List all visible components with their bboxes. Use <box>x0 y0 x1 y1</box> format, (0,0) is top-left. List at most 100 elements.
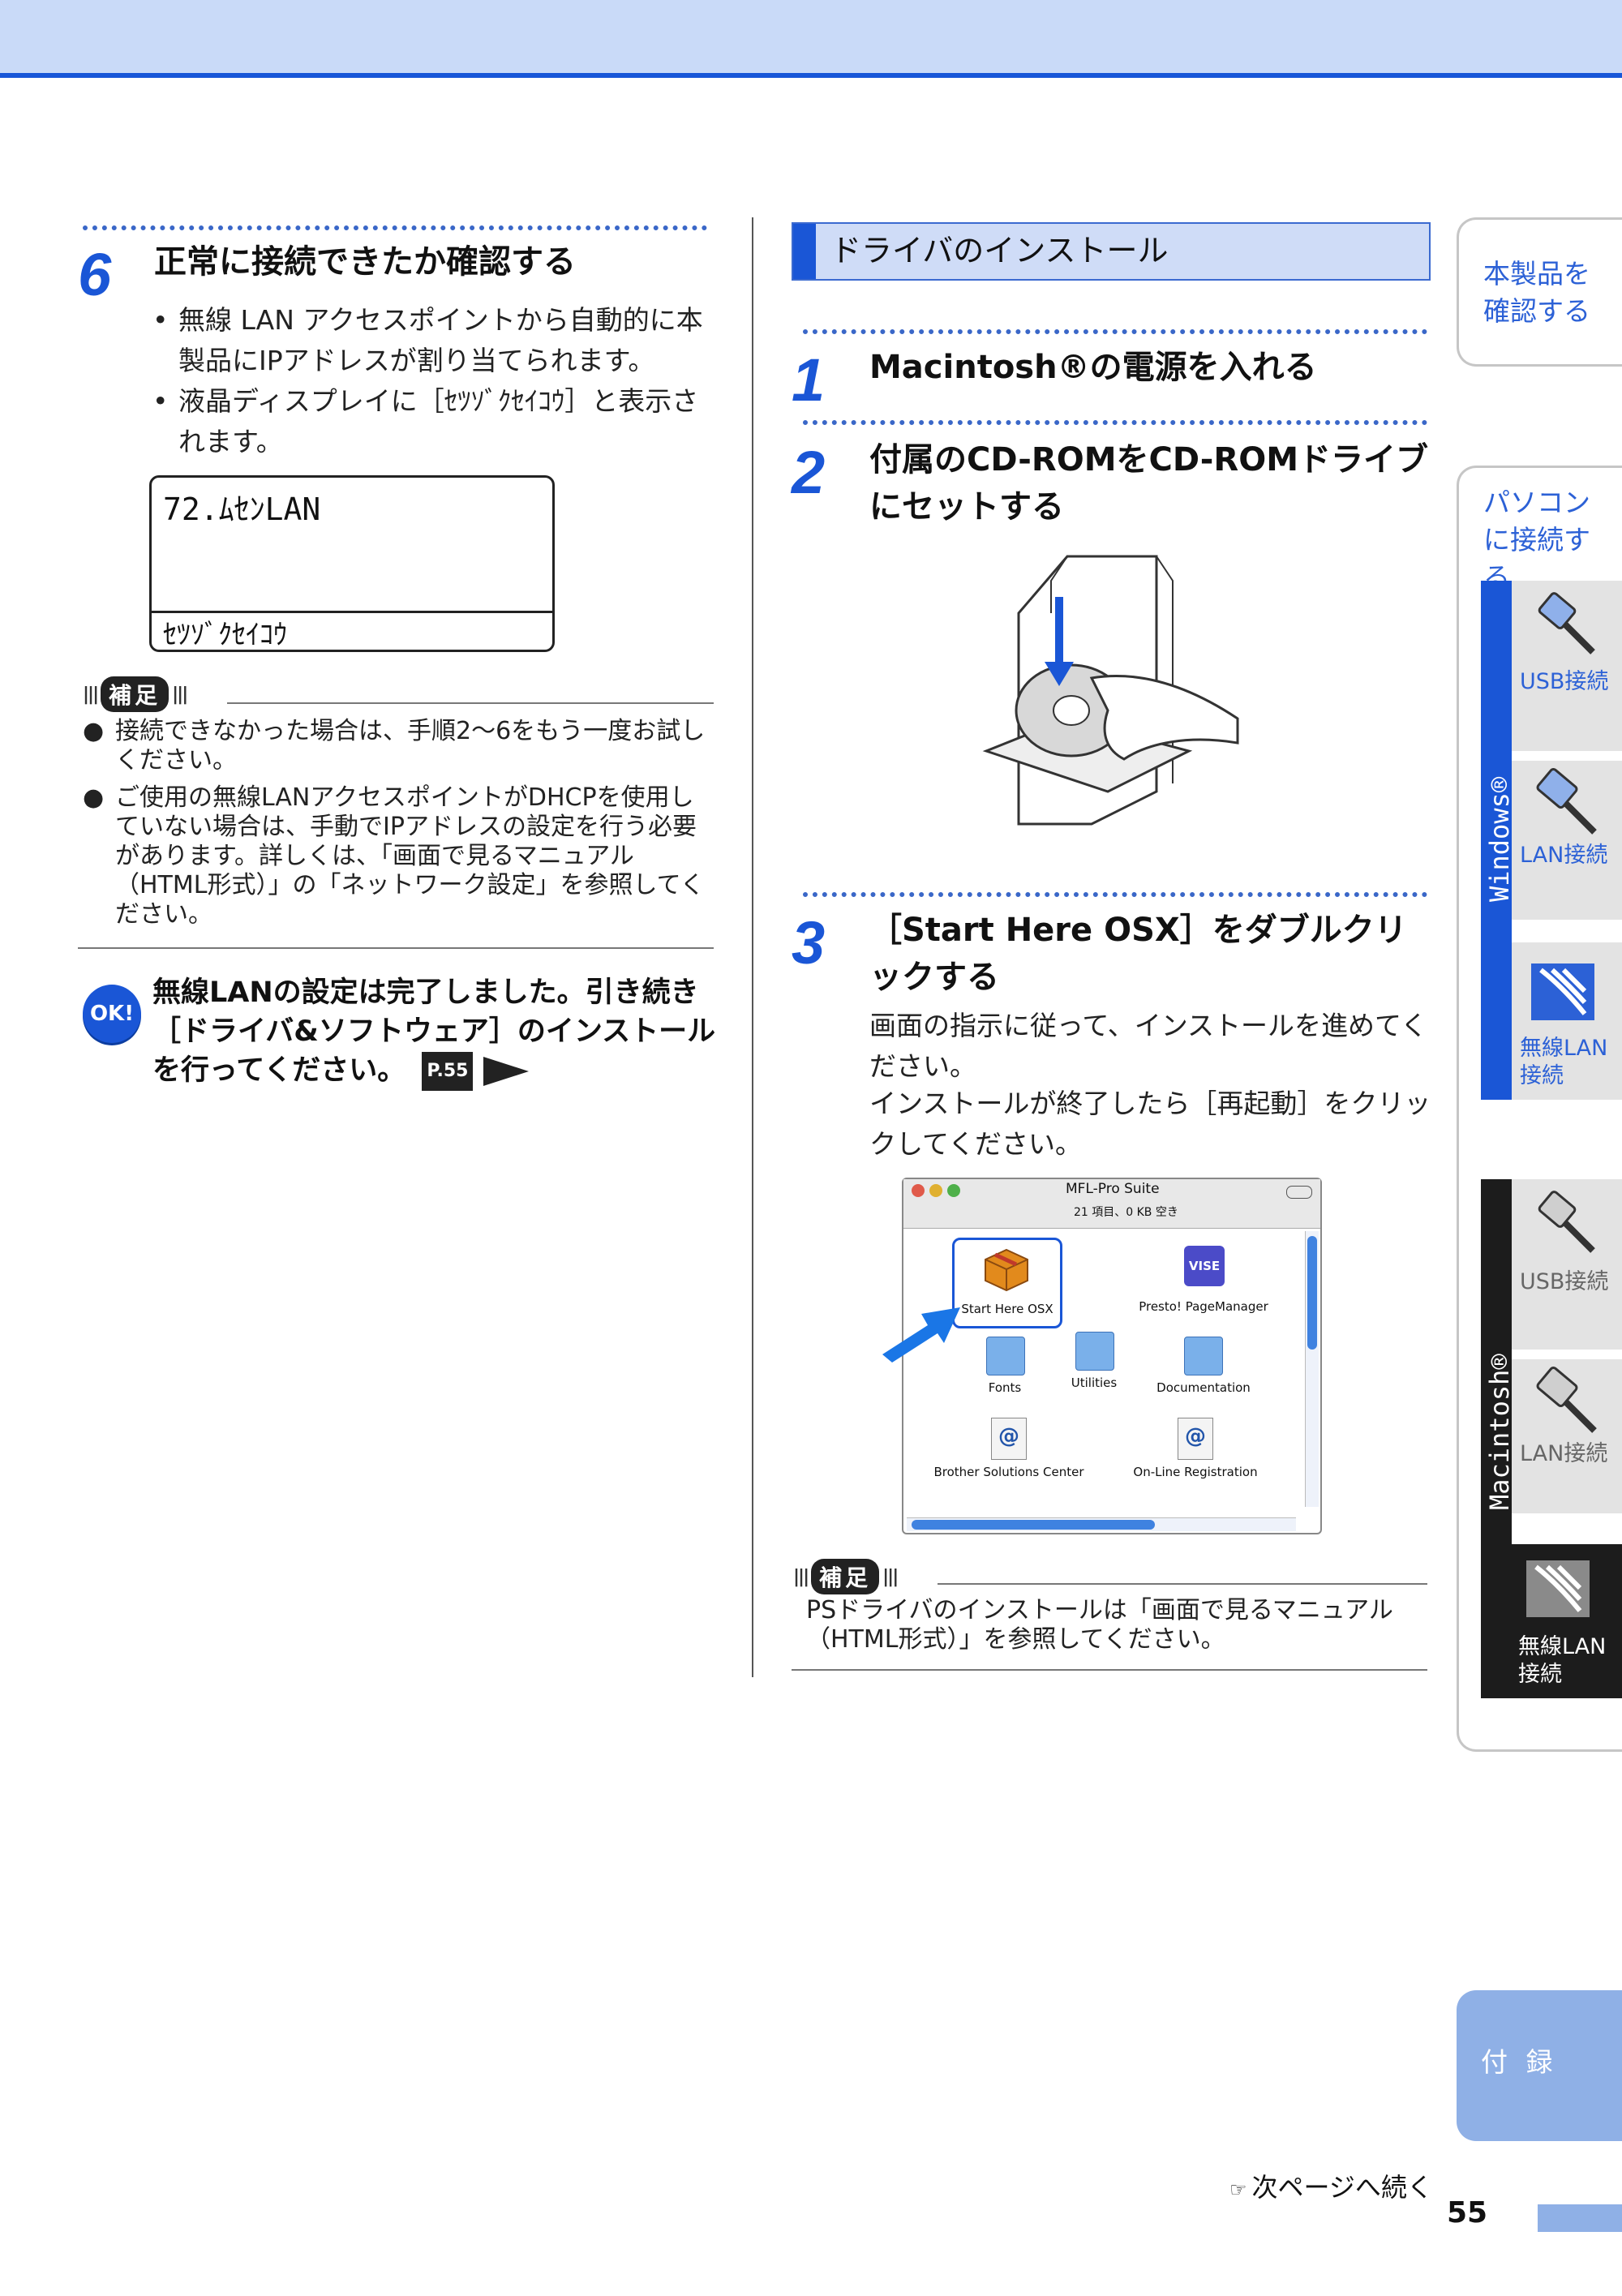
ok-icon: OK! <box>83 985 141 1043</box>
step-title: ［Start Here OSX］をダブルクリックする <box>869 912 1407 996</box>
next-page-note: ☞ 次ページへ続く <box>1229 2167 1433 2204</box>
vise-icon: VISE <box>1184 1246 1225 1286</box>
folder-icon <box>1075 1332 1114 1371</box>
lan-cable-icon <box>1536 1367 1597 1433</box>
note-text: PSドライバのインストールは「画面で見るマニュアル（HTML形式）」を参照してく… <box>806 1596 1393 1654</box>
usb-cable-icon <box>1538 1191 1595 1253</box>
icon-label: Start Here OSX <box>961 1302 1053 1316</box>
tab-label: パソコンに接続する <box>1483 487 1590 593</box>
pointing-hand-icon: ☞ <box>1229 2178 1247 2201</box>
sound-bars-icon: ||| <box>172 684 188 705</box>
finder-titlebar: MFL-Pro Suite 21 項目、0 KB 空き <box>903 1179 1320 1229</box>
note-rule-bottom <box>78 947 714 949</box>
note-text: ご使用の無線LANアクセスポイントがDHCPを使用していない場合は、手動でIPア… <box>115 783 705 929</box>
icon-label: On-Line Registration <box>1133 1465 1258 1479</box>
icon-label: Documentation <box>1156 1380 1251 1395</box>
sidebar-item-mac-usb[interactable]: USB接続 <box>1512 1179 1622 1350</box>
note-header: ||| 補足 ||| <box>793 1559 899 1594</box>
step-title: 正常に接続できたか確認する <box>154 243 576 281</box>
bullet-mark: ● <box>83 717 105 745</box>
pointer-arrow-icon <box>882 1307 960 1363</box>
finder-status: 21 項目、0 KB 空き <box>1074 1206 1178 1219</box>
wireless-icon <box>1526 1560 1590 1617</box>
macintosh-label: Macintosh® <box>1484 1354 1515 1510</box>
page-number: 55 <box>1447 2196 1488 2229</box>
lcd-line-2: ｾﾂｿﾞｸｾｲｺｳ <box>163 619 287 651</box>
start-here-osx-icon[interactable]: Start Here OSX <box>952 1238 1062 1328</box>
tab-label: 本製品を確認する <box>1483 258 1590 327</box>
step-number: 6 <box>78 241 112 308</box>
sound-bars-icon: ||| <box>83 684 99 705</box>
sound-bars-icon: ||| <box>882 1566 899 1587</box>
lan-cable-icon <box>1536 768 1597 835</box>
finder-window: MFL-Pro Suite 21 項目、0 KB 空き Start Here O… <box>882 1178 1322 1534</box>
close-icon[interactable] <box>912 1184 925 1197</box>
step-number: 2 <box>792 439 826 506</box>
step-number: 3 <box>792 909 826 976</box>
toolbar-toggle-icon[interactable] <box>1286 1186 1312 1199</box>
column-divider <box>752 217 753 1677</box>
documentation-folder-icon[interactable]: Documentation <box>1139 1332 1268 1405</box>
step-divider <box>803 892 1427 897</box>
online-registration-icon[interactable]: @ On-Line Registration <box>1114 1414 1277 1487</box>
sidebar-item-label: 無線LAN接続 <box>1518 1634 1607 1687</box>
horizontal-scrollbar[interactable] <box>907 1517 1296 1531</box>
lcd-display: 72.ﾑｾﾝLAN ｾﾂｿﾞｸｾｲｺｳ <box>149 475 555 652</box>
step-body: インストールが終了したら［再起動］をクリックしてください。 <box>869 1088 1431 1160</box>
note-rule <box>938 1583 1427 1585</box>
section-bar <box>793 224 816 279</box>
note-badge: 補足 <box>811 1559 880 1594</box>
sidebar-item-label: USB接続 <box>1520 669 1609 694</box>
sidebar-item-label: LAN接続 <box>1520 1441 1608 1466</box>
scroll-thumb[interactable] <box>1307 1236 1317 1350</box>
usb-cable-icon <box>1538 592 1595 654</box>
tab-appendix[interactable]: 付 録 <box>1457 1990 1622 2141</box>
fonts-folder-icon[interactable]: Fonts <box>960 1332 1049 1405</box>
step-divider <box>83 225 707 230</box>
minimize-icon[interactable] <box>929 1184 942 1197</box>
sidebar-item-windows-lan[interactable]: LAN接続 <box>1512 761 1622 920</box>
vertical-scrollbar[interactable] <box>1305 1231 1319 1507</box>
presto-pagemanager-icon[interactable]: VISE Presto! PageManager <box>1122 1242 1285 1324</box>
tab-check-product[interactable]: 本製品を確認する <box>1457 217 1622 367</box>
sidebar-item-mac-lan[interactable]: LAN接続 <box>1512 1359 1622 1513</box>
utilities-folder-icon[interactable]: Utilities <box>1049 1327 1139 1400</box>
icon-label: Presto! PageManager <box>1139 1299 1268 1314</box>
ok-message: 無線LANの設定は完了しました。引き続き［ドライバ&ソフトウェア］のインストール… <box>152 973 720 1091</box>
arrow-icon <box>483 1057 529 1086</box>
brother-solutions-center-icon[interactable]: @ Brother Solutions Center <box>928 1414 1090 1487</box>
sidebar-item-mac-wlan[interactable]: 無線LAN接続 <box>1481 1544 1622 1698</box>
lcd-line-1: 72.ﾑｾﾝLAN <box>163 491 321 527</box>
page-ref-link[interactable]: P.55 <box>422 1052 474 1091</box>
note-rule <box>227 702 714 704</box>
windows-label: Windows® <box>1484 776 1515 902</box>
icon-label: Brother Solutions Center <box>933 1465 1084 1479</box>
sidebar-item-windows-wlan[interactable]: 無線LAN接続 <box>1512 942 1622 1100</box>
icon-label: Utilities <box>1071 1375 1118 1390</box>
note-badge: 補足 <box>101 676 169 712</box>
bullet-mark: • <box>152 304 169 336</box>
icon-label: Fonts <box>988 1380 1022 1395</box>
finder-title: MFL-Pro Suite <box>1066 1181 1160 1197</box>
step-title: Macintosh®の電源を入れる <box>869 349 1317 386</box>
cd-rom-illustration <box>982 555 1239 826</box>
scroll-thumb[interactable] <box>912 1520 1155 1530</box>
step-title: 付属のCD-ROMをCD-ROMドライブにセットする <box>869 441 1429 526</box>
section-header: ドライバのインストール <box>792 222 1431 281</box>
sidebar-item-label: LAN接続 <box>1520 843 1608 868</box>
step-body: 画面の指示に従って、インストールを進めてください。 <box>869 1010 1428 1082</box>
header-band <box>0 0 1622 78</box>
zoom-icon[interactable] <box>947 1184 960 1197</box>
folder-icon <box>986 1337 1025 1375</box>
http-link-icon: @ <box>1178 1418 1213 1460</box>
page-number-tab <box>1538 2204 1622 2232</box>
note-header: ||| 補足 ||| <box>83 676 188 712</box>
step-divider <box>803 420 1427 425</box>
note-rule-bottom <box>792 1669 1427 1671</box>
bullet-text: 無線 LAN アクセスポイントから自動的に本製品にIPアドレスが割り当てられます… <box>178 304 703 376</box>
sound-bars-icon: ||| <box>793 1566 809 1587</box>
sidebar-item-windows-usb[interactable]: USB接続 <box>1512 581 1622 751</box>
sidebar-item-label: 無線LAN接続 <box>1520 1036 1608 1088</box>
list-item: ● ご使用の無線LANアクセスポイントがDHCPを使用していない場合は、手動でI… <box>83 783 715 929</box>
bullet-text: 液晶ディスプレイに［ｾﾂｿﾞｸｾｲｺｳ］と表示されます。 <box>178 385 699 457</box>
